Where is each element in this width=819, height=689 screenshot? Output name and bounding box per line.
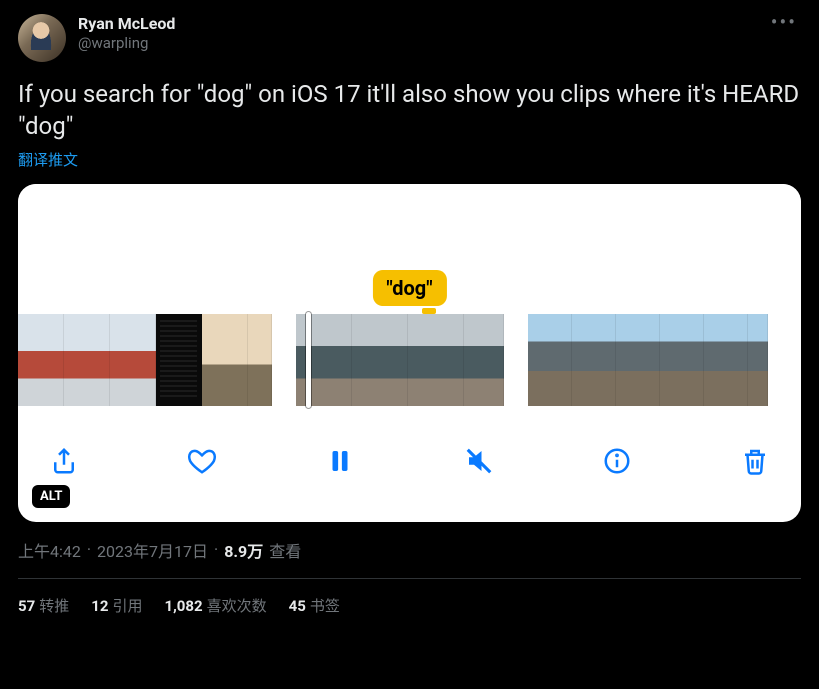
clip-group-2 (296, 314, 504, 406)
bookmarks-label: 书签 (310, 597, 340, 615)
clip-thumb (528, 314, 572, 406)
clip-thumb (660, 314, 704, 406)
clip-thumb (704, 314, 748, 406)
clip-thumb (202, 314, 248, 406)
media-card[interactable]: "dog" (18, 184, 801, 522)
quotes-label: 引用 (112, 597, 142, 615)
more-menu-button[interactable]: ••• (771, 10, 797, 34)
clip-thumb (572, 314, 616, 406)
translate-link[interactable]: 翻译推文 (18, 149, 801, 170)
trash-icon[interactable] (737, 443, 773, 479)
clip-thumb (248, 314, 272, 406)
quotes-stat[interactable]: 12引用 (91, 595, 142, 616)
clip-thumb (110, 314, 156, 406)
media-top-area: "dog" (18, 184, 801, 314)
likes-label: 喜欢次数 (207, 597, 267, 615)
author-display-name: Ryan McLeod (78, 14, 175, 34)
tweet-date[interactable]: 2023年7月17日 (97, 538, 208, 562)
tweet-container: ••• Ryan McLeod @warpling If you search … (0, 0, 819, 616)
clip-thumb (156, 314, 202, 406)
clip-thumb (296, 314, 352, 406)
bookmarks-stat[interactable]: 45书签 (289, 595, 340, 616)
tweet-time[interactable]: 上午4:42 (18, 538, 81, 562)
alt-badge[interactable]: ALT (32, 485, 70, 508)
clip-thumb (352, 314, 408, 406)
video-timeline[interactable] (18, 314, 801, 406)
tweet-text: If you search for "dog" on iOS 17 it'll … (18, 78, 801, 143)
likes-count: 1,082 (164, 597, 202, 615)
clip-thumb (408, 314, 464, 406)
clip-thumb (64, 314, 110, 406)
author-block[interactable]: Ryan McLeod @warpling (78, 14, 175, 53)
retweets-count: 57 (18, 597, 35, 615)
meta-separator: · (214, 540, 218, 559)
tweet-meta: 上午4:42 · 2023年7月17日 · 8.9万 查看 (18, 538, 801, 562)
meta-separator: · (87, 540, 91, 559)
quotes-count: 12 (91, 597, 108, 615)
tweet-header: Ryan McLeod @warpling (18, 14, 801, 62)
likes-stat[interactable]: 1,082 喜欢次数 (164, 595, 266, 616)
clip-thumb (616, 314, 660, 406)
mute-icon[interactable] (461, 443, 497, 479)
tweet-stats: 57转推 12引用 1,082 喜欢次数 45书签 (18, 579, 801, 616)
author-handle: @warpling (78, 34, 175, 53)
avatar[interactable] (18, 14, 66, 62)
clip-group-1 (18, 314, 272, 406)
views-count: 8.9万 (224, 538, 263, 562)
retweets-stat[interactable]: 57转推 (18, 595, 69, 616)
clip-thumb (18, 314, 64, 406)
clip-thumb (464, 314, 504, 406)
clip-thumb (748, 314, 768, 406)
retweets-label: 转推 (39, 597, 69, 615)
bookmarks-count: 45 (289, 597, 306, 615)
share-icon[interactable] (46, 443, 82, 479)
info-icon[interactable] (599, 443, 635, 479)
views-label: 查看 (269, 538, 301, 562)
pause-icon[interactable] (322, 443, 358, 479)
clip-group-3 (528, 314, 768, 406)
heart-icon[interactable] (184, 443, 220, 479)
search-term-tooltip: "dog" (372, 270, 446, 306)
media-controls (18, 406, 801, 496)
